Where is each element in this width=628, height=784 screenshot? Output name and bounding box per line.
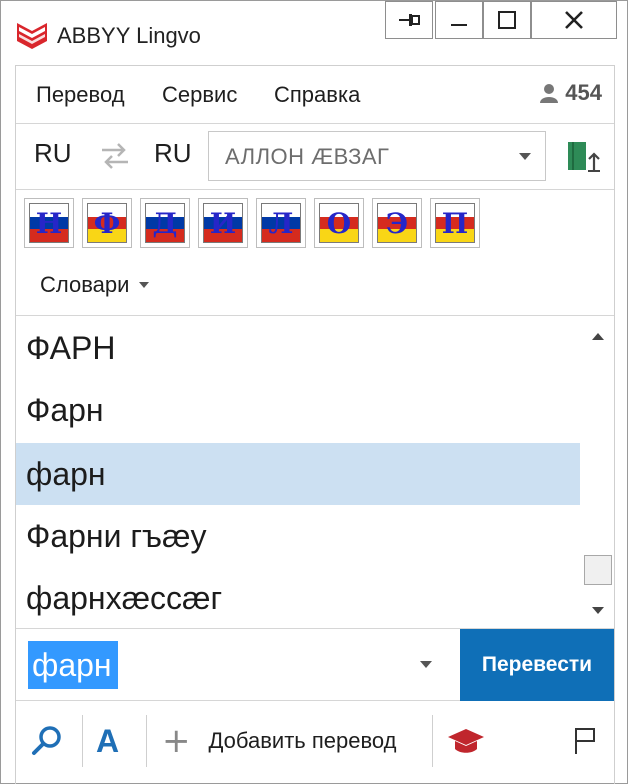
flag-outline-icon [575,728,595,754]
dictionary-icon[interactable]: Ф [82,198,132,248]
chevron-down-icon[interactable] [420,661,432,668]
title-bar: ABBYY Lingvo [1,1,627,65]
source-language[interactable]: RU [34,138,72,169]
chevron-down-icon [139,282,150,288]
swap-languages-icon[interactable] [98,138,132,172]
menu-help[interactable]: Справка [274,82,360,108]
chevron-down-icon [519,153,531,160]
dictionary-icon[interactable]: П [430,198,480,248]
window-title: ABBYY Lingvo [57,23,201,48]
dictionary-icon[interactable]: Л [256,198,306,248]
scrollbar[interactable] [582,317,614,628]
flag-icon: Ф [87,203,127,243]
search-button[interactable] [30,719,64,763]
list-item[interactable]: Фарн [16,379,580,441]
list-item-selected[interactable]: фарн [16,443,580,505]
toolbar-divider [82,715,83,767]
flag-button[interactable] [572,719,598,763]
pin-button[interactable] [385,1,433,39]
dictionaries-menu[interactable]: Словари [40,272,150,298]
menu-service[interactable]: Сервис [162,82,237,108]
search-input[interactable]: фарн [24,641,454,689]
user-account[interactable]: 454 [539,80,602,106]
dictionary-icon[interactable]: Э [372,198,422,248]
word-list: ФАРН Фарн фарн Фарни гъæу фарнхæссæг [16,317,614,629]
dictionaries-menu-label: Словари [40,272,130,297]
maximize-button[interactable] [483,1,531,39]
flag-icon: Э [377,203,417,243]
menu-bar: Перевод Сервис Справка 454 [16,66,614,124]
search-row: фарн Перевести [16,629,614,701]
main-panel: Перевод Сервис Справка 454 RU RU АЛЛОН Æ… [15,65,615,784]
pin-icon [399,14,420,26]
list-item[interactable]: Фарни гъæу [16,505,580,567]
scroll-up-icon[interactable] [592,333,604,340]
list-item[interactable]: ФАРН [16,317,580,379]
flag-icon: Н [29,203,69,243]
toolbar-divider [146,715,147,767]
bottom-toolbar: A + Добавить перевод [16,701,614,784]
dictionary-icon[interactable]: Н [24,198,74,248]
dictionary-icons-row: Н Ф Д И Л О Э П Словари [16,190,614,316]
font-button[interactable]: A [96,719,119,763]
scroll-down-icon[interactable] [592,607,604,614]
target-language[interactable]: RU [154,138,192,169]
toolbar-divider [432,715,433,767]
menu-translate[interactable]: Перевод [36,82,125,108]
font-icon: A [96,722,120,759]
search-icon [32,726,61,755]
close-icon [565,11,583,29]
user-count-value: 454 [565,80,602,105]
maximize-icon [498,11,516,29]
dictionary-icon[interactable]: О [314,198,364,248]
minimize-button[interactable] [435,1,483,39]
flag-icon: О [319,203,359,243]
plus-icon: + [162,721,191,761]
close-button[interactable] [531,1,617,39]
flag-icon: Д [145,203,185,243]
add-translation-label: Добавить перевод [208,728,397,753]
abbyy-logo-icon [17,23,47,49]
language-row: RU RU АЛЛОН ÆВЗАГ [16,124,614,190]
search-input-value: фарн [28,641,118,689]
dictionary-book-icon[interactable] [564,138,602,176]
dictionary-icon[interactable]: И [198,198,248,248]
dictionary-icon[interactable]: Д [140,198,190,248]
list-item[interactable]: фарнхæссæг [16,567,580,628]
scroll-thumb[interactable] [584,555,612,585]
app-window: ABBYY Lingvo Перевод Сервис Справка 454 … [0,0,628,784]
learning-button[interactable] [446,719,486,763]
graduation-cap-icon [448,729,484,753]
dictionary-select-value: АЛЛОН ÆВЗАГ [225,144,390,169]
user-icon [540,84,559,103]
add-translation-button[interactable]: + Добавить перевод [162,719,397,763]
flag-icon: Л [261,203,301,243]
translate-button[interactable]: Перевести [460,629,614,701]
flag-icon: И [203,203,243,243]
minimize-icon [451,24,467,26]
flag-icon: П [435,203,475,243]
dictionary-select[interactable]: АЛЛОН ÆВЗАГ [208,131,546,181]
